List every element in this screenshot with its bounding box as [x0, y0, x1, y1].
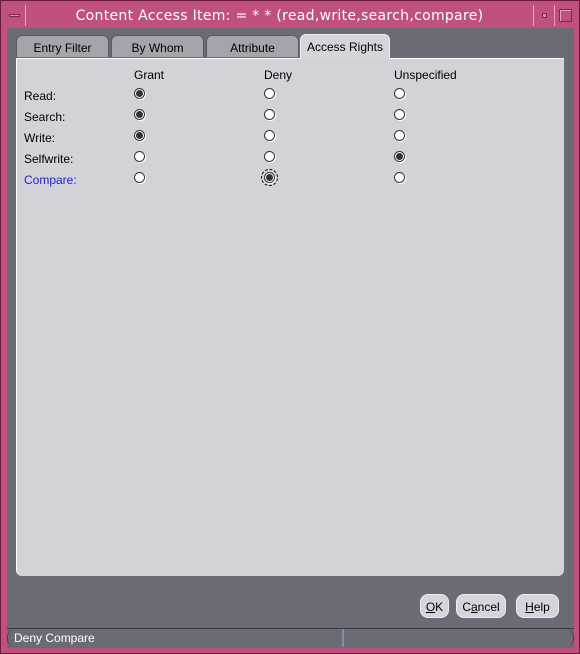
row-label-selfwrite: Selfwrite: — [24, 152, 74, 166]
tab-access-rights[interactable]: Access Rights — [300, 34, 390, 59]
column-header-grant: Grant — [134, 68, 165, 82]
maximize-icon — [559, 9, 572, 22]
help-label: elp — [533, 600, 550, 614]
radio-compare-deny[interactable] — [261, 169, 278, 186]
window-menu-button[interactable] — [5, 5, 26, 26]
row-label-compare: Compare: — [24, 173, 77, 187]
radio-selfwrite-deny[interactable] — [264, 151, 275, 162]
radio-write-unspecified[interactable] — [394, 130, 405, 141]
cancel-button[interactable]: Cancel — [456, 594, 506, 618]
dialog-body: Entry Filter By Whom Attribute Access Ri… — [7, 28, 574, 648]
radio-search-deny[interactable] — [264, 109, 275, 120]
radio-search-grant[interactable] — [134, 109, 145, 120]
row-label-write: Write: — [24, 131, 56, 145]
status-secondary-pane — [344, 629, 574, 647]
radio-write-grant[interactable] — [134, 130, 145, 141]
tab-attribute[interactable]: Attribute — [206, 35, 299, 57]
access-rights-panel: Grant Deny Unspecified Read: Search: Wri… — [16, 58, 564, 576]
cancel-mnemonic: a — [470, 600, 478, 614]
tab-by-whom[interactable]: By Whom — [111, 35, 204, 57]
row-label-read: Read: — [24, 89, 57, 103]
window-menu-icon — [9, 14, 20, 17]
column-header-unspecified: Unspecified — [394, 68, 457, 82]
radio-write-deny[interactable] — [264, 130, 275, 141]
maximize-button[interactable] — [554, 5, 576, 26]
ok-label: K — [435, 600, 444, 614]
window-title: Content Access Item: = * * (read,write,s… — [75, 8, 484, 24]
radio-search-unspecified[interactable] — [394, 109, 405, 120]
ok-button[interactable]: OK — [420, 594, 449, 618]
tab-entry-filter[interactable]: Entry Filter — [16, 35, 109, 57]
column-header-deny: Deny — [264, 68, 293, 82]
ok-mnemonic: O — [425, 600, 436, 614]
radio-selfwrite-grant[interactable] — [134, 151, 145, 162]
cancel-label: ncel — [477, 600, 500, 614]
radio-compare-unspecified[interactable] — [394, 172, 405, 183]
cancel-label-pre: C — [462, 600, 471, 614]
minimize-button[interactable] — [533, 5, 554, 26]
help-button[interactable]: Help — [516, 594, 559, 618]
dialog-window: Content Access Item: = * * (read,write,s… — [0, 0, 580, 654]
radio-selfwrite-unspecified[interactable] — [394, 151, 405, 162]
status-bar: Deny Compare — [7, 628, 574, 647]
status-message-pane: Deny Compare — [7, 629, 344, 647]
minimize-icon — [542, 13, 547, 18]
status-text: Deny Compare — [14, 631, 95, 645]
help-mnemonic: H — [525, 600, 534, 614]
radio-read-grant[interactable] — [134, 88, 145, 99]
radio-compare-grant[interactable] — [134, 172, 145, 183]
radio-read-deny[interactable] — [264, 88, 275, 99]
radio-read-unspecified[interactable] — [394, 88, 405, 99]
title-bar[interactable]: Content Access Item: = * * (read,write,s… — [5, 5, 576, 27]
row-label-search: Search: — [24, 110, 66, 124]
